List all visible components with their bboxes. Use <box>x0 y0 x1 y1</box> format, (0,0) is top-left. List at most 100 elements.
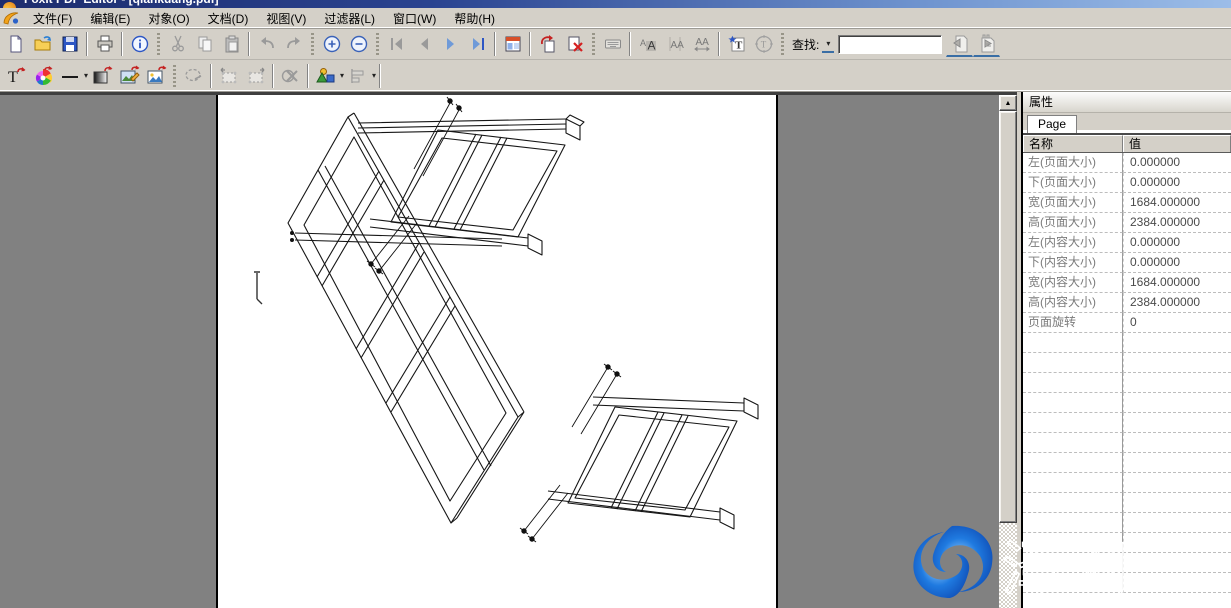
menu-bar: 文件(F) 编辑(E) 对象(O) 文档(D) 视图(V) 过滤器(L) 窗口(… <box>0 8 1231 29</box>
property-name: 高(页面大小) <box>1023 213 1123 233</box>
text-circle-button[interactable]: T <box>750 32 777 57</box>
find-previous-button[interactable] <box>946 32 973 57</box>
insert-shape-button[interactable] <box>312 63 339 88</box>
column-header-value[interactable]: 值 <box>1123 135 1231 152</box>
property-name: 左(内容大小) <box>1023 233 1123 253</box>
paste-button[interactable] <box>218 32 245 57</box>
redo-icon <box>284 34 304 54</box>
pdf-page[interactable] <box>216 95 778 608</box>
svg-text:A: A <box>640 38 646 48</box>
find-next-button[interactable] <box>973 32 1000 57</box>
toolbar-drag-handle[interactable] <box>376 33 379 55</box>
toolbar-drag-handle[interactable] <box>592 33 595 55</box>
toolbar-drag-handle[interactable] <box>157 33 160 55</box>
vertical-scrollbar[interactable]: ▲ <box>999 95 1017 608</box>
redo-button[interactable] <box>280 32 307 57</box>
property-value[interactable]: 0.000000 <box>1123 253 1231 273</box>
insert-image-button[interactable] <box>142 63 169 88</box>
menu-help[interactable]: 帮助(H) <box>445 8 504 29</box>
property-row: 高(内容大小) 2384.000000 <box>1023 293 1231 313</box>
menu-edit[interactable]: 编辑(E) <box>81 8 139 29</box>
font-kerning-button[interactable]: AA <box>661 32 688 57</box>
delete-object-button[interactable] <box>277 63 304 88</box>
virtual-keyboard-button[interactable] <box>599 32 626 57</box>
new-document-icon <box>6 34 26 54</box>
property-value[interactable]: 0.000000 <box>1123 233 1231 253</box>
previous-page-button[interactable] <box>410 32 437 57</box>
toolbar-drag-handle[interactable] <box>173 65 176 87</box>
property-value[interactable]: 2384.000000 <box>1123 213 1231 233</box>
properties-grid-header: 名称 值 <box>1023 135 1231 153</box>
property-value[interactable]: 0 <box>1123 313 1231 333</box>
menu-filter[interactable]: 过滤器(L) <box>315 8 384 29</box>
find-dropdown-caret[interactable]: ▾ <box>822 35 834 53</box>
svg-text:AA: AA <box>695 37 709 48</box>
undo-icon <box>257 34 277 54</box>
zoom-out-button[interactable] <box>345 32 372 57</box>
properties-panel-title: 属性 <box>1023 92 1231 113</box>
scrollbar-thumb[interactable] <box>999 111 1017 523</box>
delete-page-button[interactable] <box>561 32 588 57</box>
new-document-button[interactable] <box>2 32 29 57</box>
separator <box>307 64 309 88</box>
property-value[interactable]: 0.000000 <box>1123 173 1231 193</box>
character-spacing-button[interactable]: AA <box>688 32 715 57</box>
document-info-button[interactable] <box>126 32 153 57</box>
scroll-up-button[interactable]: ▲ <box>999 95 1017 111</box>
menu-file[interactable]: 文件(F) <box>24 8 81 29</box>
insert-image-icon <box>145 65 167 87</box>
align-caret[interactable]: ▾ <box>372 71 376 80</box>
menu-object[interactable]: 对象(O) <box>139 8 198 29</box>
align-objects-button[interactable] <box>344 63 371 88</box>
rotate-selection-right-icon <box>245 65 267 87</box>
column-header-name[interactable]: 名称 <box>1023 135 1123 152</box>
property-value[interactable]: 0.000000 <box>1123 153 1231 173</box>
svg-text:A: A <box>647 39 655 53</box>
open-file-button[interactable] <box>29 32 56 57</box>
next-page-button[interactable] <box>437 32 464 57</box>
info-icon <box>130 34 150 54</box>
document-canvas[interactable] <box>0 95 999 608</box>
paste-clipboard-icon <box>222 34 242 54</box>
separator <box>629 32 631 56</box>
save-button[interactable] <box>56 32 83 57</box>
menu-window[interactable]: 窗口(W) <box>384 8 445 29</box>
menu-view[interactable]: 视图(V) <box>257 8 315 29</box>
find-input[interactable] <box>838 35 942 54</box>
lasso-edit-button[interactable] <box>180 63 207 88</box>
zoom-out-icon <box>349 34 369 54</box>
last-page-button[interactable] <box>464 32 491 57</box>
print-button[interactable] <box>91 32 118 57</box>
insert-text-object-button[interactable]: T <box>2 63 29 88</box>
first-page-button[interactable] <box>383 32 410 57</box>
insert-color-button[interactable] <box>29 63 56 88</box>
insert-text-button[interactable]: T <box>723 32 750 57</box>
property-name: 宽(内容大小) <box>1023 273 1123 293</box>
property-value[interactable]: 1684.000000 <box>1123 193 1231 213</box>
copy-button[interactable] <box>191 32 218 57</box>
font-size-icon: A A <box>638 34 658 54</box>
property-value[interactable]: 2384.000000 <box>1123 293 1231 313</box>
line-style-button[interactable] <box>56 63 83 88</box>
page-thumbnails-button[interactable] <box>499 32 526 57</box>
svg-text:T: T <box>8 69 18 86</box>
menu-document[interactable]: 文档(D) <box>199 8 258 29</box>
undo-button[interactable] <box>253 32 280 57</box>
scrollbar-track[interactable] <box>999 523 1017 608</box>
insert-gradient-button[interactable] <box>88 63 115 88</box>
property-value[interactable]: 1684.000000 <box>1123 273 1231 293</box>
zoom-in-button[interactable] <box>318 32 345 57</box>
title-bar[interactable]: Foxit PDF Editor - [qiankuang.pdf] <box>0 0 1231 8</box>
zoom-in-icon <box>322 34 342 54</box>
transform-rotate-right-button[interactable] <box>242 63 269 88</box>
font-size-button[interactable]: A A <box>634 32 661 57</box>
toolbar-drag-handle[interactable] <box>311 33 314 55</box>
text-circle-icon: T <box>754 34 774 54</box>
transform-rotate-left-button[interactable] <box>215 63 242 88</box>
tab-page[interactable]: Page <box>1027 115 1077 133</box>
toolbar-drag-handle[interactable] <box>781 33 784 55</box>
rotate-page-button[interactable] <box>534 32 561 57</box>
separator <box>529 32 531 56</box>
edit-image-button[interactable] <box>115 63 142 88</box>
cut-button[interactable] <box>164 32 191 57</box>
